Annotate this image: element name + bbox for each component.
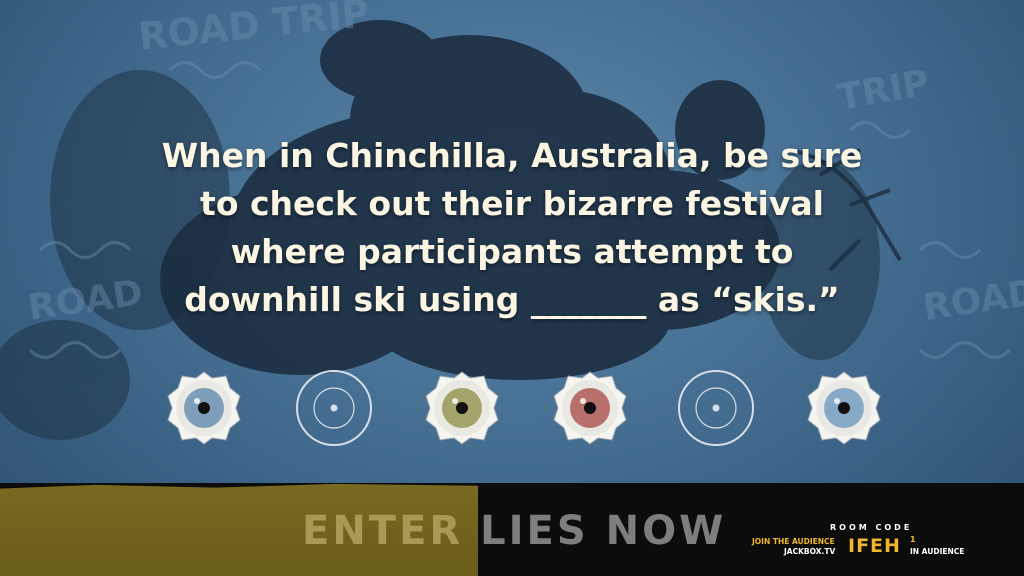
enter-lies-banner: ENTER LIES NOW [302,507,726,555]
question-line: downhill ski using _______ as “skis.” [184,280,840,319]
player-status-row [0,368,1024,448]
player-eye-submitted [804,368,884,448]
banner-word-lies-now: LIES NOW [480,508,727,554]
question-line: where participants attempt to [230,232,794,271]
empty-ring-icon [296,370,372,446]
audience-label: IN AUDIENCE [910,547,965,556]
room-code-label: ROOM CODE [830,523,913,532]
bottom-bar: ENTER LIES NOW ROOM CODE JOIN THE AUDIEN… [0,483,1024,576]
player-slot-waiting [294,368,374,448]
watermark-text: ROAD [921,272,1024,329]
player-eye-submitted [164,368,244,448]
player-eye-submitted [550,368,630,448]
eye-icon [807,371,881,445]
question-line: to check out their bizarre festival [200,184,824,223]
game-screen: ROAD TRIP TRIP ROAD ROAD When in Chinchi… [0,0,1024,576]
eye-icon [167,371,241,445]
watermark-text: TRIP [834,62,932,118]
question-line: When in Chinchilla, Australia, be sure [161,136,863,175]
audience-count: 1 [910,535,916,544]
banner-word-enter: ENTER [302,508,464,554]
eye-icon [553,371,627,445]
player-slot-waiting [676,368,756,448]
question-prompt: When in Chinchilla, Australia, be sure t… [112,132,912,324]
join-url: JACKBOX.TV [784,547,836,556]
room-code: IFEH [848,535,901,557]
eye-icon [425,371,499,445]
empty-ring-icon [678,370,754,446]
join-audience-label: JOIN THE AUDIENCE [752,537,835,546]
player-eye-submitted [422,368,502,448]
